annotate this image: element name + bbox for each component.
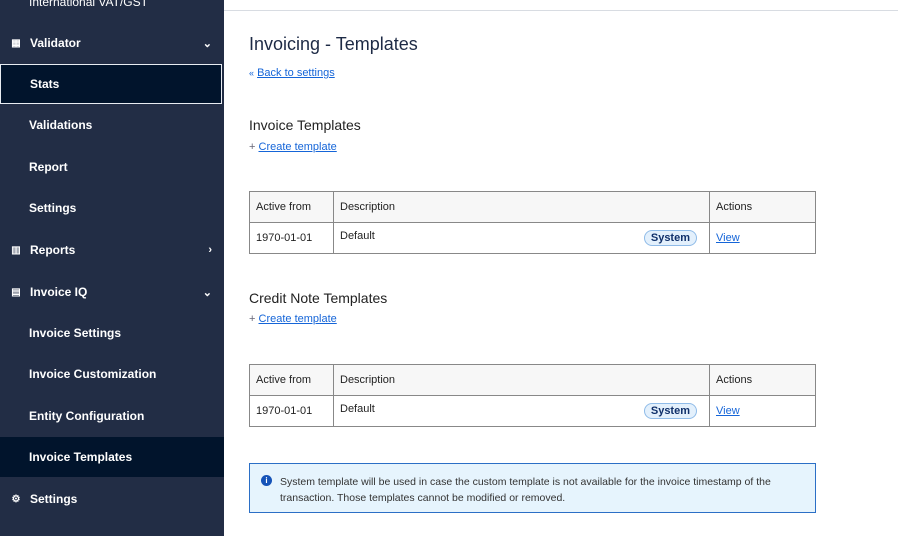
document-icon: ▤ — [11, 286, 21, 298]
create-credit-template-link[interactable]: Create template — [259, 313, 337, 325]
sidebar-item-invoice-settings[interactable]: Invoice Settings — [0, 313, 224, 353]
active-from-cell: 1970-01-01 — [249, 222, 334, 254]
sidebar-item-label: Entity Configuration — [29, 409, 145, 423]
sidebar-item-entity-configuration[interactable]: Entity Configuration — [0, 396, 224, 436]
building-icon: ▦ — [11, 37, 21, 49]
sidebar-item-validator-settings[interactable]: Settings — [0, 188, 224, 228]
sidebar-item-validations[interactable]: Validations — [0, 105, 224, 145]
sidebar-item-reports[interactable]: ▥ Reports › — [0, 230, 224, 270]
create-invoice-template-link[interactable]: Create template — [259, 141, 337, 153]
sidebar-item-label: Invoice Templates — [29, 450, 133, 464]
back-to-settings-link[interactable]: Back to settings — [257, 67, 335, 79]
view-link[interactable]: View — [716, 405, 740, 417]
sidebar: International VAT/GST ▦ Validator ⌄ Stats … — [0, 0, 224, 536]
description-text: Default — [340, 230, 375, 242]
column-header: Description — [333, 191, 710, 223]
table-row: 1970-01-01 Default System View — [249, 395, 816, 427]
actions-cell: View — [709, 395, 816, 427]
sidebar-item-stats[interactable]: Stats — [0, 64, 222, 104]
double-chevron-left-icon: « — [249, 68, 255, 78]
page-title: Invoicing - Templates — [249, 34, 418, 54]
sidebar-item-international-vat[interactable]: International VAT/GST — [0, 0, 224, 22]
column-header: Active from — [249, 191, 334, 223]
credit-note-templates-table: Active from Description Actions 1970-01-01… — [249, 364, 816, 427]
description-text: Default — [340, 403, 375, 415]
invoice-templates-heading: Invoice Templates — [249, 117, 361, 133]
sidebar-item-label: Reports — [30, 243, 76, 257]
sidebar-item-invoice-templates[interactable]: Invoice Templates — [0, 437, 224, 477]
sidebar-item-label: Invoice IQ — [30, 285, 88, 299]
main-content: Invoicing - Templates « Back to settings… — [224, 0, 898, 536]
sidebar-item-settings[interactable]: ⚙ Settings — [0, 479, 224, 519]
gear-icon: ⚙ — [11, 493, 21, 505]
chevron-right-icon: › — [208, 244, 212, 256]
sidebar-item-invoice-customization[interactable]: Invoice Customization — [0, 354, 224, 394]
view-link[interactable]: View — [716, 232, 740, 244]
info-notice: i System template will be used in case th… — [249, 463, 816, 513]
actions-cell: View — [709, 222, 816, 254]
sidebar-item-label: Settings — [29, 201, 77, 215]
chart-icon: ▥ — [11, 244, 21, 256]
plus-icon: + — [249, 141, 256, 153]
table-row: 1970-01-01 Default System View — [249, 222, 816, 254]
sidebar-item-label: Stats — [30, 77, 60, 91]
system-badge: System — [643, 403, 697, 419]
invoice-templates-table: Active from Description Actions 1970-01-01… — [249, 191, 816, 254]
sidebar-item-label: Settings — [30, 492, 78, 506]
sidebar-item-label: Validations — [29, 118, 93, 132]
sidebar-item-label: Invoice Settings — [29, 326, 122, 340]
create-credit-template-row: + Create template — [249, 313, 337, 325]
column-header: Description — [333, 364, 710, 396]
plus-icon: + — [249, 313, 256, 325]
chevron-down-icon: ⌄ — [202, 286, 212, 299]
back-link-row: « Back to settings — [249, 67, 335, 79]
chevron-down-icon: ⌄ — [202, 37, 212, 50]
sidebar-item-label: Invoice Customization — [29, 367, 157, 381]
column-header: Active from — [249, 364, 334, 396]
credit-note-templates-heading: Credit Note Templates — [249, 290, 388, 306]
divider — [224, 10, 898, 11]
column-header: Actions — [709, 364, 816, 396]
sidebar-item-label: International VAT/GST — [29, 0, 148, 9]
info-notice-text: System template will be used in case the… — [280, 476, 771, 504]
active-from-cell: 1970-01-01 — [249, 395, 334, 427]
sidebar-item-label: Validator — [30, 36, 81, 50]
sidebar-item-report[interactable]: Report — [0, 147, 224, 187]
create-invoice-template-row: + Create template — [249, 141, 337, 153]
sidebar-item-label: Report — [29, 160, 68, 174]
system-badge: System — [643, 230, 697, 246]
info-icon: i — [261, 475, 272, 486]
column-header: Actions — [709, 191, 816, 223]
description-cell: Default System — [333, 222, 710, 254]
sidebar-item-validator[interactable]: ▦ Validator ⌄ — [0, 23, 224, 63]
description-cell: Default System — [333, 395, 710, 427]
sidebar-item-invoice-iq[interactable]: ▤ Invoice IQ ⌄ — [0, 272, 224, 312]
